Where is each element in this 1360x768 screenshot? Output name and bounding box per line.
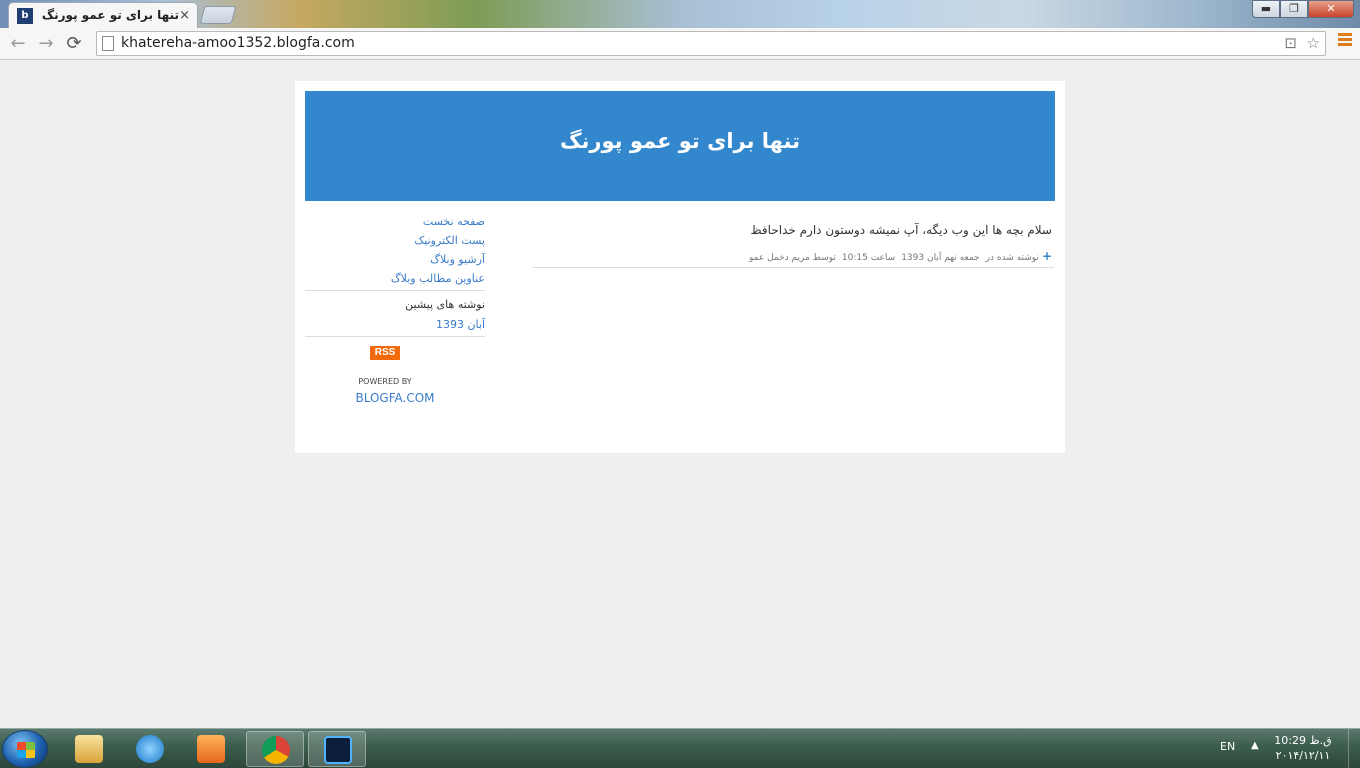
sidebar-divider xyxy=(305,336,485,337)
plus-icon[interactable]: + xyxy=(1042,249,1052,263)
blog-title[interactable]: تنها برای تو عمو پورنگ xyxy=(305,129,1055,153)
clock-time: 10:29 ق.ظ xyxy=(1274,734,1332,747)
window-controls: ▬ ❐ ✕ xyxy=(1252,0,1354,18)
blogfa-link[interactable]: BLOGFA.COM xyxy=(335,391,455,405)
tray-arrow-icon[interactable]: ▲ xyxy=(1251,740,1259,751)
blog-post: سلام بچه ها این وب دیگه، آپ نمیشه دوستون… xyxy=(532,221,1054,268)
chrome-icon[interactable] xyxy=(246,731,304,767)
translate-icon[interactable]: ⊡ xyxy=(1284,34,1297,52)
windows-start-icon[interactable] xyxy=(2,730,48,768)
blog-page: تنها برای تو عمو پورنگ سلام بچه ها این و… xyxy=(295,81,1065,453)
tab-title: تنها برای تو عمو پورنگ xyxy=(41,8,179,22)
post-meta-date: جمعه نهم آبان 1393 xyxy=(901,253,980,263)
rss-button[interactable]: RSS xyxy=(370,346,400,360)
post-meta: +نوشته شده در جمعه نهم آبان 1393 ساعت 10:1… xyxy=(532,247,1054,268)
internet-explorer-icon[interactable] xyxy=(121,731,179,767)
post-meta-time: ساعت 10:15 xyxy=(841,253,896,263)
browser-toolbar: ← → ⟳ khatereha-amoo1352.blogfa.com ⊡ ☆ xyxy=(0,28,1360,60)
close-window-button[interactable]: ✕ xyxy=(1308,0,1354,18)
archive-heading: نوشته های پیشین xyxy=(405,298,485,311)
blogfa-favicon-icon: b xyxy=(17,8,33,24)
sidebar-link-archive[interactable]: آرشیو وبلاگ xyxy=(305,250,485,269)
forward-icon[interactable]: → xyxy=(34,32,58,56)
new-tab-button[interactable] xyxy=(199,6,237,24)
post-meta-posted: نوشته شده در xyxy=(985,253,1039,263)
back-icon[interactable]: ← xyxy=(6,32,30,56)
blog-sidebar: صفحه نخست پست الکترونیک آرشیو وبلاگ عناو… xyxy=(305,212,485,341)
blog-header: تنها برای تو عمو پورنگ xyxy=(305,91,1055,201)
minimize-button[interactable]: ▬ xyxy=(1252,0,1280,18)
explorer-icon[interactable] xyxy=(60,731,118,767)
address-bar[interactable]: khatereha-amoo1352.blogfa.com ⊡ ☆ xyxy=(96,31,1326,56)
media-player-icon[interactable] xyxy=(182,731,240,767)
windows-taskbar: EN ▲ 10:29 ق.ظ ۲۰۱۴/۱۲/۱۱ xyxy=(0,728,1360,768)
chrome-menu-icon[interactable] xyxy=(1338,33,1352,47)
window-titlebar: b تنها برای تو عمو پورنگ × ▬ ❐ ✕ xyxy=(0,0,1360,28)
url-text[interactable]: khatereha-amoo1352.blogfa.com xyxy=(121,35,355,51)
powered-by-label: POWERED BY xyxy=(358,377,412,386)
restore-button[interactable]: ❐ xyxy=(1280,0,1308,18)
sidebar-divider xyxy=(305,290,485,291)
show-desktop-button[interactable] xyxy=(1348,729,1360,768)
clock-date: ۲۰۱۴/۱۲/۱۱ xyxy=(1275,749,1331,762)
page-icon xyxy=(102,36,114,51)
star-icon[interactable]: ☆ xyxy=(1307,34,1320,52)
post-meta-author: توسط مریم دخمل عمو xyxy=(748,253,836,263)
archive-link-aban-1393[interactable]: آبان 1393 xyxy=(305,315,485,334)
tab-close-icon[interactable]: × xyxy=(179,8,190,24)
language-indicator[interactable]: EN xyxy=(1220,740,1235,753)
sidebar-link-titles[interactable]: عناوین مطالب وبلاگ xyxy=(305,269,485,288)
sidebar-link-home[interactable]: صفحه نخست xyxy=(305,212,485,231)
photoshop-icon[interactable] xyxy=(308,731,366,767)
reload-icon[interactable]: ⟳ xyxy=(62,32,86,56)
post-body: سلام بچه ها این وب دیگه، آپ نمیشه دوستون… xyxy=(750,223,1052,237)
system-clock[interactable]: 10:29 ق.ظ ۲۰۱۴/۱۲/۱۱ xyxy=(1268,733,1338,763)
browser-tab-active[interactable]: b تنها برای تو عمو پورنگ × xyxy=(8,2,198,28)
sidebar-link-email[interactable]: پست الکترونیک xyxy=(305,231,485,250)
